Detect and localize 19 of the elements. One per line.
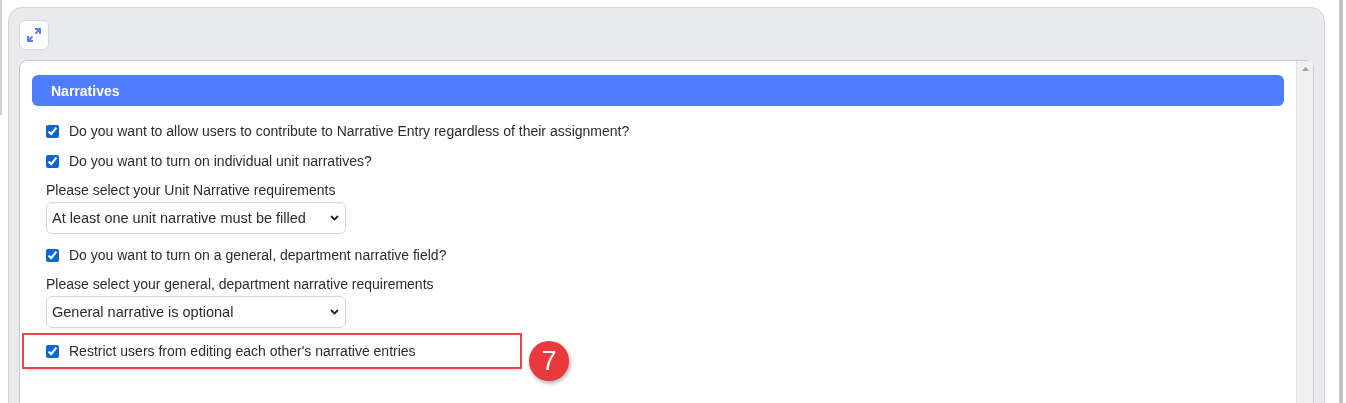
field-label: Please select your general, department narrative requirements — [46, 276, 435, 292]
checkbox[interactable] — [46, 154, 59, 168]
field-label: Please select your Unit Narrative requirements — [46, 182, 337, 198]
checkbox-label: Do you want to turn on a general, department narrative field? — [69, 247, 447, 263]
checkbox-label: Do you want to allow users to contribute to Narrative Entry regardless of their assignment? — [69, 123, 630, 139]
checkbox-label: Restrict users from editing each other's narrative entries — [69, 343, 416, 359]
checkbox[interactable] — [46, 124, 59, 138]
expand-icon — [27, 28, 41, 42]
dropdown[interactable]: General narrative is optional — [46, 296, 346, 328]
dropdown[interactable]: At least one unit narrative must be filled — [46, 202, 346, 234]
checkbox-label: Do you want to turn on individual unit narratives? — [69, 153, 372, 169]
scrollbar[interactable] — [1296, 61, 1313, 403]
chevron-icon — [330, 215, 339, 221]
step-badge: 7 — [529, 341, 569, 381]
chevron-icon — [330, 309, 339, 315]
section-header: Narratives — [32, 75, 1284, 106]
expand-button[interactable] — [19, 20, 49, 50]
checkbox[interactable] — [46, 344, 59, 358]
checkbox[interactable] — [46, 248, 59, 262]
